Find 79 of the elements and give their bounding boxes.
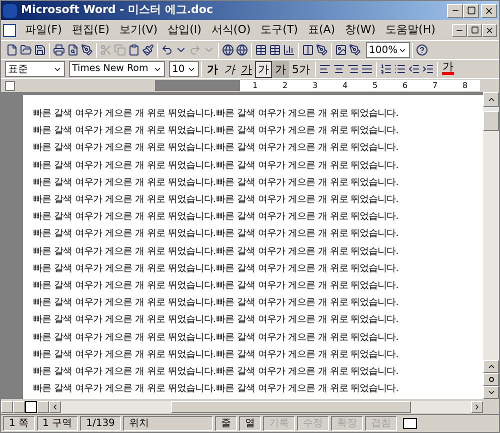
- menu-item[interactable]: 도움말(H): [380, 22, 440, 38]
- status-field: 줄: [214, 416, 237, 431]
- format-button[interactable]: 가: [204, 60, 221, 78]
- status-field: 1 쪽: [3, 416, 35, 431]
- document-text-line: 빠른 갈색 여우가 게으른 개 위로 뛰었습니다.빠른 갈색 여우가 게으른 개 위로 뛰었습니다.: [33, 107, 399, 121]
- menu-item[interactable]: 삽입(I): [162, 22, 206, 38]
- format-button[interactable]: 가: [255, 60, 272, 78]
- window-title: Microsoft Word - 미스터 에그.doc: [21, 2, 213, 18]
- close-button[interactable]: [482, 24, 497, 36]
- document-text-line: 빠른 갈색 여우가 게으른 개 위로 뛰었습니다.빠른 갈색 여우가 게으른 개 위로 뛰었습니다.: [33, 262, 399, 276]
- vertical-scrollbar[interactable]: [483, 92, 499, 399]
- close-button[interactable]: [481, 4, 497, 18]
- ruler-number: 7: [432, 82, 438, 90]
- page-view-icon[interactable]: [25, 400, 37, 412]
- document-text-line: 빠른 갈색 여우가 게으른 개 위로 뛰었습니다.빠른 갈색 여우가 게으른 개 위로 뛰었습니다.: [33, 348, 399, 362]
- menu-item[interactable]: 보기(V): [114, 22, 163, 38]
- menu-item[interactable]: 파일(F): [20, 22, 67, 38]
- document-text-line: 빠른 갈색 여우가 게으른 개 위로 뛰었습니다.빠른 갈색 여우가 게으른 개 위로 뛰었습니다.: [33, 365, 399, 380]
- document-text-line: 빠른 갈색 여우가 게으른 개 위로 뛰었습니다.빠른 갈색 여우가 게으른 개 위로 뛰었습니다.: [33, 330, 399, 345]
- format-button[interactable]: 가: [272, 60, 289, 78]
- menu-item[interactable]: 창(W): [340, 22, 381, 38]
- scroll-left-icon[interactable]: [49, 400, 61, 412]
- minimize-button[interactable]: [447, 4, 463, 18]
- font-size-dropdown[interactable]: 10: [169, 61, 199, 77]
- document-text-line: 빠른 갈색 여우가 게으른 개 위로 뛰었습니다.빠른 갈색 여우가 게으른 개 위로 뛰었습니다.: [33, 279, 399, 294]
- status-field: 열: [238, 416, 261, 431]
- document-icon: [3, 24, 16, 36]
- close-icon: [484, 6, 494, 16]
- outline-view-icon[interactable]: [37, 400, 49, 412]
- normal-view-icon[interactable]: [1, 400, 13, 412]
- document-text-line: 빠른 갈색 여우가 게으른 개 위로 뛰었습니다.빠른 갈색 여우가 게으른 개 위로 뛰었습니다.: [33, 210, 399, 224]
- format-button[interactable]: 5가: [289, 60, 313, 78]
- document-text-line: 빠른 갈색 여우가 게으른 개 위로 뛰었습니다.빠른 갈색 여우가 게으른 개 위로 뛰었습니다.: [33, 227, 399, 242]
- document-text-line: 빠른 갈색 여우가 게으른 개 위로 뛰었습니다.빠른 갈색 여우가 게으른 개 위로 뛰었습니다.: [33, 158, 399, 173]
- document-text-line: 빠른 갈색 여우가 게으른 개 위로 뛰었습니다.빠른 갈색 여우가 게으른 개 위로 뛰었습니다.: [33, 313, 399, 328]
- ruler-number: 2: [282, 82, 288, 90]
- format-button[interactable]: 가: [221, 60, 238, 78]
- tab-selector-icon[interactable]: [5, 80, 15, 90]
- browse-object-icon[interactable]: [483, 373, 499, 386]
- horizontal-scrollbar[interactable]: [61, 400, 471, 412]
- ruler-number: 3: [312, 82, 318, 90]
- minimize-button[interactable]: [452, 24, 467, 36]
- status-field: 위치: [122, 416, 213, 431]
- ruler-number: 4: [342, 82, 348, 90]
- menu-item[interactable]: 표(A): [302, 22, 340, 38]
- scroll-up-icon[interactable]: [483, 92, 499, 107]
- document-text-line: 빠른 갈색 여우가 게으른 개 위로 뛰었습니다.빠른 갈색 여우가 게으른 개 위로 뛰었습니다.: [33, 244, 399, 259]
- format-button[interactable]: 가: [238, 60, 255, 78]
- scroll-thumb[interactable]: [171, 400, 411, 412]
- web-view-icon[interactable]: [13, 400, 25, 412]
- font-color-button[interactable]: 가: [440, 60, 456, 78]
- previous-page-icon[interactable]: [483, 360, 499, 373]
- spelling-status-icon: [402, 418, 417, 429]
- ruler-number: 6: [402, 82, 408, 90]
- menu-item[interactable]: 도구(T): [256, 22, 303, 38]
- ruler-number: 5: [372, 82, 378, 90]
- document-text-line: 빠른 갈색 여우가 게으른 개 위로 뛰었습니다.빠른 갈색 여우가 게으른 개 위로 뛰었습니다.: [33, 382, 399, 396]
- maximize-icon: [466, 6, 476, 15]
- maximize-button[interactable]: [463, 4, 479, 18]
- menu-item[interactable]: 서식(O): [206, 22, 256, 38]
- document-text-line: 빠른 갈색 여우가 게으른 개 위로 뛰었습니다.빠른 갈색 여우가 게으른 개 위로 뛰었습니다.: [33, 296, 399, 310]
- document-text-line: 빠른 갈색 여우가 게으른 개 위로 뛰었습니다.빠른 갈색 여우가 게으른 개 위로 뛰었습니다.: [33, 141, 399, 156]
- document-text-line: 빠른 갈색 여우가 게으른 개 위로 뛰었습니다.빠른 갈색 여우가 게으른 개 위로 뛰었습니다.: [33, 176, 399, 190]
- font-dropdown[interactable]: Times New Rom: [69, 61, 165, 77]
- scroll-right-icon[interactable]: [471, 400, 483, 412]
- style-dropdown[interactable]: 표준: [5, 61, 65, 77]
- ruler-number: 8: [462, 82, 468, 90]
- menu-item[interactable]: 편집(E): [66, 22, 114, 38]
- document-text-line: 빠른 갈색 여우가 게으른 개 위로 뛰었습니다.빠른 갈색 여우가 게으른 개 위로 뛰었습니다.: [33, 193, 399, 208]
- ruler-number: 1: [252, 82, 258, 90]
- scroll-thumb[interactable]: [483, 111, 499, 131]
- zoom-field[interactable]: 100%: [366, 42, 410, 58]
- restore-button[interactable]: [467, 24, 482, 36]
- document-text-line: 빠른 갈색 여우가 게으른 개 위로 뛰었습니다.빠른 갈색 여우가 게으른 개 위로 뛰었습니다.: [33, 124, 399, 138]
- restore-icon: [470, 26, 478, 34]
- close-icon: [485, 26, 494, 34]
- next-page-icon[interactable]: [483, 386, 499, 399]
- status-field: 1/139: [80, 416, 121, 431]
- status-field: 1 구역: [36, 416, 78, 431]
